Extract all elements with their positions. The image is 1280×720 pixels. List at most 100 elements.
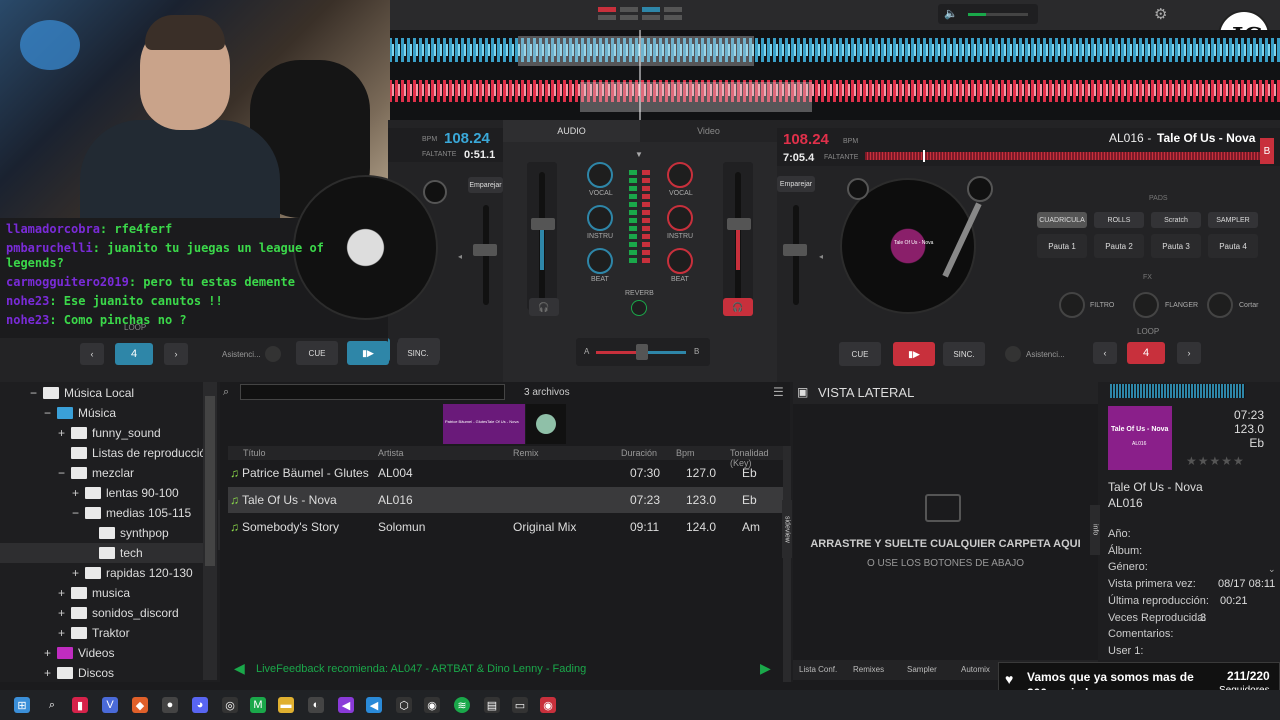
- expand-icon[interactable]: +: [58, 626, 68, 640]
- triangle-right-icon[interactable]: ▶: [760, 660, 771, 677]
- loop-value[interactable]: 4: [115, 343, 153, 365]
- sync-button[interactable]: SINC.: [943, 342, 985, 366]
- chevron-down-icon[interactable]: ⌄: [1268, 564, 1276, 575]
- fx-flanger-knob[interactable]: [1133, 292, 1159, 318]
- column-header[interactable]: Remix: [513, 448, 539, 458]
- pitch-handle[interactable]: [473, 244, 497, 256]
- cue-button[interactable]: CUE: [839, 342, 881, 366]
- tree-item[interactable]: + lentas 90-100: [0, 483, 179, 503]
- pad-tab[interactable]: CUADRICULA: [1037, 212, 1087, 228]
- reverb-knob[interactable]: [631, 300, 647, 316]
- discord-icon[interactable]: ◕: [192, 697, 208, 713]
- tree-item[interactable]: − medias 105-115: [0, 503, 191, 523]
- search-icon[interactable]: ⌕: [44, 697, 60, 713]
- tree-item[interactable]: + sonidos_discord: [0, 603, 179, 623]
- sideview-tab[interactable]: sideview: [782, 500, 792, 558]
- expand-icon[interactable]: −: [44, 406, 54, 420]
- fx-filter-knob[interactable]: [1059, 292, 1085, 318]
- expand-icon[interactable]: +: [58, 426, 68, 440]
- knob-beat-right[interactable]: [667, 248, 693, 274]
- pad-tab[interactable]: Scratch: [1151, 212, 1201, 228]
- app-icon-15[interactable]: ▤: [484, 697, 500, 713]
- loop-prev-button[interactable]: ‹: [80, 343, 104, 365]
- tree-item[interactable]: − mezclar: [0, 463, 134, 483]
- assist-toggle[interactable]: [1005, 346, 1021, 362]
- column-header[interactable]: Título: [243, 448, 266, 458]
- layout-button-7[interactable]: [642, 15, 660, 20]
- pad-button[interactable]: Pauta 4: [1208, 234, 1258, 258]
- chevron-down-icon[interactable]: ▼: [635, 150, 643, 159]
- fader-handle-left[interactable]: [531, 218, 555, 230]
- rating-stars[interactable]: ★★★★★: [1186, 454, 1245, 468]
- loop-next-button[interactable]: ›: [164, 343, 188, 365]
- column-header[interactable]: Duración: [621, 448, 657, 458]
- tree-scrollbar[interactable]: [203, 382, 217, 680]
- tree-item[interactable]: tech: [0, 543, 203, 563]
- loop-prev-button[interactable]: ‹: [1093, 342, 1117, 364]
- fader-handle-right[interactable]: [727, 218, 751, 230]
- layout-button-2[interactable]: [620, 7, 638, 12]
- folder-icon[interactable]: ▬: [278, 697, 294, 713]
- expand-icon[interactable]: +: [58, 586, 68, 600]
- tree-item[interactable]: Listas de reproducción: [0, 443, 213, 463]
- knob-vocal-left[interactable]: [587, 162, 613, 188]
- app-icon-3[interactable]: ◆: [132, 697, 148, 713]
- app-icon-4[interactable]: ●: [162, 697, 178, 713]
- loop-next-button[interactable]: ›: [1177, 342, 1201, 364]
- assist-toggle[interactable]: [265, 346, 281, 362]
- sideview-tool-button[interactable]: Sampler: [907, 665, 937, 674]
- layout-button-8[interactable]: [664, 15, 682, 20]
- start-icon[interactable]: ⊞: [14, 697, 30, 713]
- loop-value[interactable]: 4: [1127, 342, 1165, 364]
- column-header[interactable]: Bpm: [676, 448, 695, 458]
- pad-tab[interactable]: SAMPLER: [1208, 212, 1258, 228]
- match-button[interactable]: Emparejar: [777, 176, 815, 192]
- virtualdj-icon[interactable]: ◉: [540, 697, 556, 713]
- tab-audio[interactable]: AUDIO: [503, 120, 640, 142]
- tree-item[interactable]: + funny_sound: [0, 423, 161, 443]
- gear-icon[interactable]: ⚙: [1154, 5, 1167, 23]
- match-button[interactable]: Emparejar: [468, 177, 503, 193]
- sideview-tool-button[interactable]: Lista Conf.: [799, 665, 837, 674]
- layout-button-4[interactable]: [664, 7, 682, 12]
- triangle-left-icon[interactable]: ◀: [234, 660, 245, 677]
- scrollbar-thumb[interactable]: [205, 396, 215, 566]
- spotify-icon[interactable]: ≋: [454, 697, 470, 713]
- platter-button[interactable]: [847, 178, 869, 200]
- table-row[interactable]: ♫ Somebody's Story Solomun Original Mix 09:1…: [228, 514, 783, 540]
- app-icon-9[interactable]: ◐: [308, 697, 324, 713]
- fx-cut-knob[interactable]: [1207, 292, 1233, 318]
- cue-button-left[interactable]: CUE: [296, 341, 338, 365]
- app-icon-v[interactable]: V: [102, 697, 118, 713]
- expand-icon[interactable]: +: [58, 606, 68, 620]
- layout-button-5[interactable]: [598, 15, 616, 20]
- info-tab[interactable]: info: [1090, 505, 1100, 555]
- expand-icon[interactable]: −: [72, 506, 82, 520]
- knob-instru-right[interactable]: [667, 205, 693, 231]
- app-icon-6[interactable]: ◎: [222, 697, 238, 713]
- sinc-button-left[interactable]: SINC.: [397, 341, 439, 365]
- tree-item[interactable]: + musica: [0, 583, 130, 603]
- app-icon-12[interactable]: ⬡: [396, 697, 412, 713]
- play-button-left[interactable]: ▮▶: [347, 341, 389, 365]
- vscode-icon[interactable]: ◀: [366, 697, 382, 713]
- tree-item[interactable]: + Traktor: [0, 623, 130, 643]
- expand-icon[interactable]: +: [44, 646, 54, 660]
- waveform-display[interactable]: [388, 30, 1280, 120]
- tree-item[interactable]: synthpop: [0, 523, 169, 543]
- headphone-left-icon[interactable]: 🎧: [529, 298, 559, 316]
- column-header[interactable]: Artista: [378, 448, 404, 458]
- tree-item[interactable]: − Música Local: [0, 383, 134, 403]
- sideview-tool-button[interactable]: Remixes: [853, 665, 884, 674]
- pad-tab[interactable]: ROLLS: [1094, 212, 1144, 228]
- obs-icon[interactable]: ◉: [424, 697, 440, 713]
- app-icon-7[interactable]: M: [250, 697, 266, 713]
- app-icon-1[interactable]: ▮: [72, 697, 88, 713]
- table-row[interactable]: ♫ Tale Of Us - Nova AL016 07:23 123.0 Eb: [228, 487, 783, 513]
- layout-button-3[interactable]: [642, 7, 660, 12]
- expand-icon[interactable]: +: [72, 486, 82, 500]
- pitch-handle[interactable]: [783, 244, 807, 256]
- play-pause-button[interactable]: ▮▶: [893, 342, 935, 366]
- headphone-right-icon[interactable]: 🎧: [723, 298, 753, 316]
- expand-icon[interactable]: +: [44, 666, 54, 680]
